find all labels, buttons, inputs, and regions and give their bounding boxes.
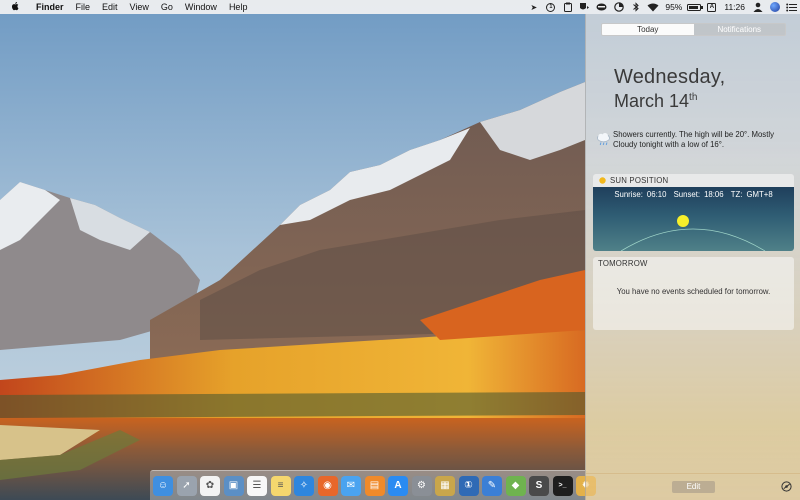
dock-messages-icon[interactable]: ✉	[341, 475, 361, 496]
sun-position-header: SUN POSITION	[593, 174, 794, 187]
date-month-day: March 14th	[614, 91, 697, 112]
shield-icon[interactable]	[576, 0, 593, 14]
sun-widget-icon	[599, 177, 606, 184]
menu-window[interactable]: Window	[179, 0, 223, 14]
dock-finder-icon[interactable]: ☺	[153, 475, 173, 496]
notification-center-icon[interactable]	[783, 0, 800, 14]
menu-go[interactable]: Go	[155, 0, 179, 14]
dock: ☺➚✿▣☰≡✧◉✉▤A⚙▦①✎◆S>_✹	[150, 470, 596, 500]
sun-arc-graphic	[620, 215, 766, 251]
weather-text: Showers currently. The high will be 20°.…	[613, 130, 775, 149]
1password-menu-icon[interactable]: 1	[542, 0, 559, 14]
menu-clock[interactable]: 11:26	[720, 0, 749, 14]
dock-xcode-icon[interactable]: ✎	[482, 475, 502, 496]
dock-launchpad-icon[interactable]: ➚	[176, 475, 197, 496]
tomorrow-text: You have no events scheduled for tomorro…	[616, 287, 771, 296]
bluetooth-icon[interactable]	[627, 0, 644, 14]
weather-summary[interactable]: Showers currently. The high will be 20°.…	[596, 130, 796, 150]
sun-position-widget[interactable]: SUN POSITION Sunrise: 06:10 Sunset: 18:06 …	[593, 174, 794, 251]
notification-settings-icon[interactable]	[781, 481, 792, 492]
tomorrow-widget[interactable]: TOMORROW You have no events scheduled fo…	[593, 257, 794, 330]
dock-terminal-icon[interactable]: >_	[552, 475, 573, 496]
sun-position-graph: Sunrise: 06:10 Sunset: 18:06 TZ: GMT+8	[593, 187, 794, 251]
dock-app-store-icon[interactable]: A	[388, 475, 408, 496]
today-notifications-tabs: Today Notifications	[601, 23, 786, 36]
menu-bar: Finder File Edit View Go Window Help ➤ 1…	[0, 0, 800, 14]
dock-notes-icon[interactable]: ≡	[270, 475, 291, 496]
notification-center-footer: Edit	[586, 473, 800, 500]
user-icon[interactable]	[749, 0, 766, 14]
menu-file[interactable]: File	[70, 0, 97, 14]
rain-cloud-icon	[597, 133, 610, 146]
tomorrow-title: TOMORROW	[598, 259, 648, 268]
dock-android-studio-icon[interactable]: ◆	[505, 475, 526, 496]
wifi-icon[interactable]	[644, 0, 661, 14]
dock-sublime-text-icon[interactable]: S	[529, 475, 549, 496]
menu-view[interactable]: View	[124, 0, 155, 14]
tab-today[interactable]: Today	[602, 24, 694, 35]
cloud-drive-icon[interactable]	[593, 0, 610, 14]
battery-percent[interactable]: 95%	[661, 0, 686, 14]
battery-icon[interactable]	[686, 0, 703, 14]
dock-safari-icon[interactable]: ✧	[294, 475, 314, 496]
menu-help[interactable]: Help	[223, 0, 254, 14]
dock-firefox-icon[interactable]: ◉	[317, 475, 338, 496]
location-arrow-icon[interactable]: ➤	[525, 0, 542, 14]
date-month-day-text: March 14	[614, 91, 690, 111]
status-menus: ➤ 1 95% A 11:26	[525, 0, 800, 14]
dock-books-icon[interactable]: ▤	[364, 475, 385, 496]
pie-chart-icon[interactable]	[610, 0, 627, 14]
dock-1password-icon[interactable]: ①	[458, 475, 479, 496]
menu-app-name[interactable]: Finder	[30, 0, 70, 14]
input-source-icon[interactable]: A	[703, 0, 720, 14]
dock-photos-icon[interactable]: ✿	[200, 475, 220, 496]
dock-preview-icon[interactable]: ▣	[223, 475, 244, 496]
apple-menu-icon[interactable]	[0, 1, 30, 14]
dock-archive-utility-icon[interactable]: ▦	[435, 475, 455, 496]
dock-system-preferences-icon[interactable]: ⚙	[411, 475, 432, 496]
notification-center-panel: Today Notifications Wednesday, March 14t…	[585, 14, 800, 500]
date-suffix: th	[689, 92, 698, 103]
tab-notifications[interactable]: Notifications	[693, 24, 785, 35]
clipboard-icon[interactable]	[559, 0, 576, 14]
menu-edit[interactable]: Edit	[96, 0, 124, 14]
dock-reminders-icon[interactable]: ☰	[247, 475, 267, 496]
sun-position-title: SUN POSITION	[610, 176, 669, 185]
siri-icon[interactable]	[766, 0, 783, 14]
sun-marker	[677, 215, 689, 227]
date-weekday: Wednesday,	[614, 66, 726, 88]
edit-widgets-button[interactable]: Edit	[672, 481, 715, 493]
